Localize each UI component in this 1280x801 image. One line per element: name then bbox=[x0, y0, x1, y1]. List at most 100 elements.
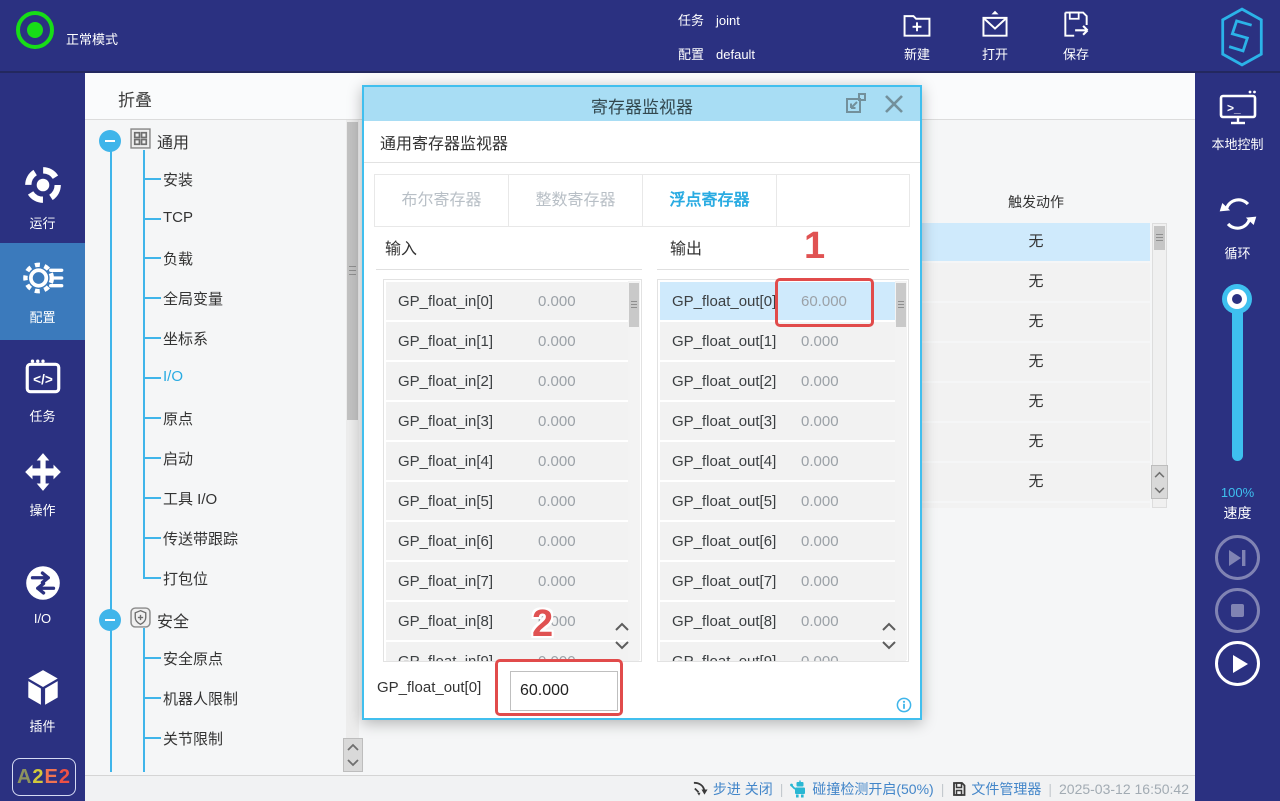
collision-detect-status[interactable]: 碰撞检测开启(50%) bbox=[790, 779, 934, 799]
register-row[interactable]: GP_float_in[6] 0.000 bbox=[386, 522, 639, 560]
trigger-row[interactable]: 无 bbox=[922, 503, 1150, 508]
loop-button[interactable]: 循环 bbox=[1195, 191, 1280, 262]
speed-slider-thumb[interactable] bbox=[1222, 284, 1252, 314]
tree-item-origin[interactable]: 原点 bbox=[163, 408, 193, 429]
trigger-row[interactable]: 无 bbox=[922, 223, 1150, 261]
config-value: default bbox=[716, 47, 756, 62]
tree-item-payload[interactable]: 负载 bbox=[163, 248, 193, 269]
new-button[interactable]: 新建 bbox=[886, 9, 948, 63]
register-row[interactable]: GP_float_in[5] 0.000 bbox=[386, 482, 639, 520]
stop-button[interactable] bbox=[1215, 588, 1260, 633]
sidebar-item-run[interactable]: 运行 bbox=[0, 158, 85, 238]
play-button[interactable] bbox=[1215, 641, 1260, 686]
tree-item-safety-origin[interactable]: 安全原点 bbox=[163, 648, 223, 669]
collapse-toggle[interactable]: 折叠 bbox=[118, 86, 152, 111]
info-icon[interactable] bbox=[896, 697, 912, 718]
trigger-row[interactable]: 无 bbox=[922, 263, 1150, 301]
output-list-scrollbar[interactable] bbox=[895, 281, 907, 660]
register-row[interactable]: GP_float_out[2] 0.000 bbox=[660, 362, 906, 400]
tree-item-io-selected[interactable]: I/O bbox=[163, 368, 183, 385]
sidebar-item-plugin[interactable]: 插件 bbox=[0, 661, 85, 741]
scrollbar-thumb[interactable] bbox=[896, 283, 906, 327]
close-icon[interactable] bbox=[882, 92, 906, 121]
register-row-selected[interactable]: GP_float_out[0] 60.000 bbox=[660, 282, 906, 320]
register-row[interactable]: GP_float_out[8] 0.000 bbox=[660, 602, 906, 640]
tree-item-install[interactable]: 安装 bbox=[163, 169, 193, 190]
sidebar-item-task[interactable]: </> 任务 bbox=[0, 351, 85, 431]
sidebar-item-operate[interactable]: 操作 bbox=[0, 445, 85, 525]
trigger-row[interactable]: 无 bbox=[922, 343, 1150, 381]
register-row[interactable]: GP_float_in[9] 0.000 bbox=[386, 642, 639, 662]
register-row[interactable]: GP_float_out[1] 0.000 bbox=[660, 322, 906, 360]
robot-mode-label: 正常模式 bbox=[66, 32, 119, 47]
register-row[interactable]: GP_float_out[4] 0.000 bbox=[660, 442, 906, 480]
chevron-down-icon[interactable] bbox=[347, 759, 359, 767]
chevron-up-icon[interactable] bbox=[1154, 471, 1165, 478]
register-name: GP_float_out[6] bbox=[672, 532, 777, 550]
tree-item-packing[interactable]: 打包位 bbox=[163, 568, 208, 589]
sidebar-item-io[interactable]: I/O bbox=[0, 556, 85, 636]
register-value-input[interactable] bbox=[510, 671, 618, 711]
file-manager-button[interactable]: 文件管理器 bbox=[951, 779, 1041, 799]
step-mode-status[interactable]: 步进 关闭 bbox=[692, 779, 773, 799]
tree-scroll-buttons[interactable] bbox=[343, 738, 363, 772]
speed-value: 100% bbox=[1220, 485, 1255, 500]
register-row[interactable]: GP_float_in[0] 0.000 bbox=[386, 282, 639, 320]
speed-slider-track[interactable] bbox=[1232, 296, 1243, 461]
collapse-minus-icon[interactable] bbox=[99, 609, 121, 631]
trigger-row[interactable]: 无 bbox=[922, 383, 1150, 421]
register-row[interactable]: GP_float_out[7] 0.000 bbox=[660, 562, 906, 600]
register-row[interactable]: GP_float_out[6] 0.000 bbox=[660, 522, 906, 560]
tree-item-tcp[interactable]: TCP bbox=[163, 209, 193, 226]
register-row[interactable]: GP_float_in[1] 0.000 bbox=[386, 322, 639, 360]
tree-item-robot-limits[interactable]: 机器人限制 bbox=[163, 688, 238, 709]
register-row[interactable]: GP_float_in[2] 0.000 bbox=[386, 362, 639, 400]
register-row[interactable]: GP_float_out[5] 0.000 bbox=[660, 482, 906, 520]
register-row[interactable]: GP_float_out[9] 0.000 bbox=[660, 642, 906, 661]
tree-item-conveyor[interactable]: 传送带跟踪 bbox=[163, 528, 238, 549]
trigger-scrollbar-thumb[interactable] bbox=[1154, 226, 1165, 250]
tree-group-general[interactable]: 通用 bbox=[99, 128, 189, 154]
input-scroll-down[interactable] bbox=[611, 638, 633, 656]
register-row[interactable]: GP_float_in[3] 0.000 bbox=[386, 402, 639, 440]
chevron-up-icon[interactable] bbox=[347, 743, 359, 751]
input-scroll-up[interactable] bbox=[611, 619, 633, 637]
tree-item-coord-system[interactable]: 坐标系 bbox=[163, 328, 208, 349]
trigger-scroll-buttons[interactable] bbox=[1151, 465, 1168, 499]
tree-group-safety[interactable]: 安全 bbox=[99, 607, 189, 633]
step-forward-button[interactable] bbox=[1215, 535, 1260, 580]
register-row[interactable]: GP_float_in[8] 0.000 bbox=[386, 602, 639, 640]
register-value: 0.000 bbox=[801, 452, 839, 470]
register-row[interactable]: GP_float_in[7] 0.000 bbox=[386, 562, 639, 600]
trigger-row[interactable]: 无 bbox=[922, 463, 1150, 501]
input-list-scrollbar[interactable] bbox=[628, 281, 640, 660]
tab-bool-register[interactable]: 布尔寄存器 bbox=[375, 175, 509, 226]
separator: | bbox=[940, 780, 945, 797]
output-scroll-down[interactable] bbox=[878, 638, 900, 656]
local-control-button[interactable]: >_ 本地控制 bbox=[1195, 88, 1280, 153]
register-value: 0.000 bbox=[538, 372, 576, 390]
tab-float-register[interactable]: 浮点寄存器 bbox=[643, 175, 777, 226]
tree-item-global-vars[interactable]: 全局变量 bbox=[163, 288, 223, 309]
trigger-row[interactable]: 无 bbox=[922, 423, 1150, 461]
scrollbar-thumb[interactable] bbox=[629, 283, 639, 327]
save-button[interactable]: 保存 bbox=[1045, 9, 1107, 63]
trigger-table: 无 无 无 无 无 无 无 无 bbox=[922, 223, 1150, 508]
popout-icon[interactable] bbox=[844, 92, 868, 121]
trigger-row[interactable]: 无 bbox=[922, 303, 1150, 341]
output-scroll-up[interactable] bbox=[878, 619, 900, 637]
tree-item-joint-limits[interactable]: 关节限制 bbox=[163, 728, 223, 749]
tree-scrollbar[interactable] bbox=[346, 120, 359, 738]
tree-item-tool-io[interactable]: 工具 I/O bbox=[163, 488, 217, 509]
tab-int-register[interactable]: 整数寄存器 bbox=[509, 175, 643, 226]
register-row[interactable]: GP_float_out[3] 0.000 bbox=[660, 402, 906, 440]
register-name: GP_float_in[9] bbox=[398, 652, 494, 662]
sidebar-item-config[interactable]: 配置 bbox=[0, 243, 85, 340]
register-row[interactable]: GP_float_in[4] 0.000 bbox=[386, 442, 639, 480]
tree-connector bbox=[143, 150, 145, 578]
tree-scrollbar-thumb[interactable] bbox=[347, 122, 358, 420]
tree-item-startup[interactable]: 启动 bbox=[163, 448, 193, 469]
chevron-down-icon[interactable] bbox=[1154, 486, 1165, 494]
open-button[interactable]: 打开 bbox=[964, 9, 1026, 63]
collapse-minus-icon[interactable] bbox=[99, 130, 121, 152]
